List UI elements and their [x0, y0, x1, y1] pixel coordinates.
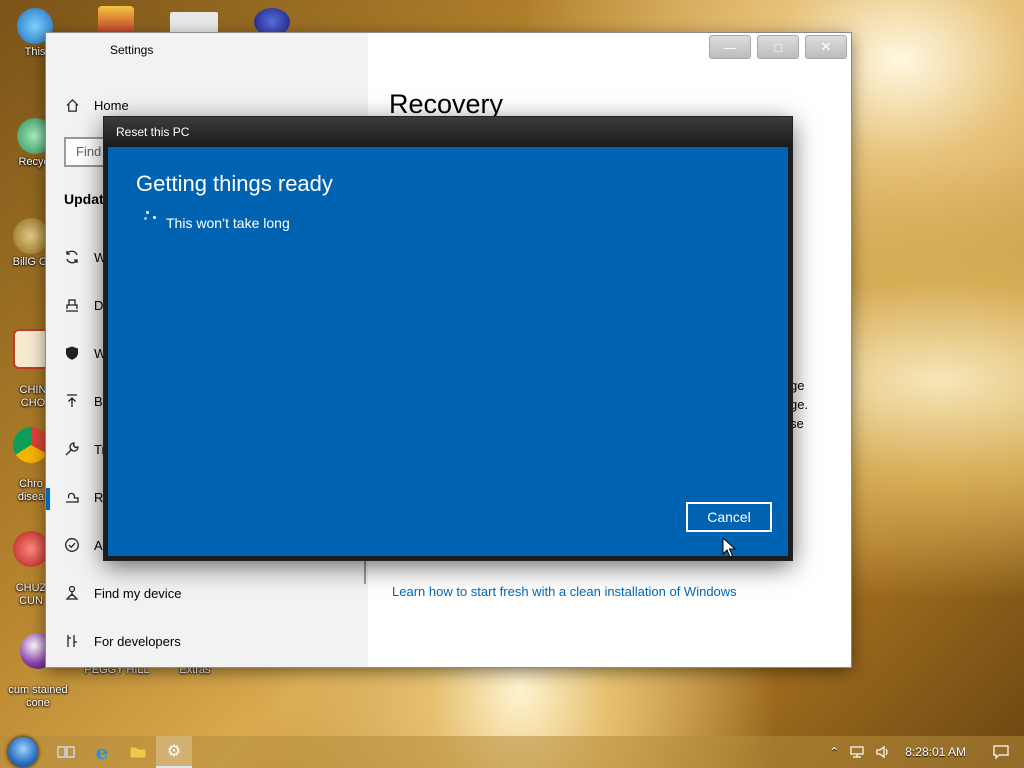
dialog-subtext: This won’t take long [166, 215, 290, 231]
sidebar-section-heading: Updat [64, 191, 104, 207]
sidebar-item-label: D [94, 297, 104, 313]
shield-icon [64, 345, 80, 361]
close-icon: ✕ [820, 39, 832, 54]
content-text-fragment: ge [790, 378, 805, 393]
search-placeholder: Find [76, 144, 102, 159]
content-text-fragment: ge. [790, 397, 809, 412]
nav-home-label: Home [94, 97, 129, 113]
minimize-button[interactable]: — [709, 35, 751, 59]
sidebar-item-label: R [94, 489, 104, 505]
sidebar-item-backup[interactable]: B [64, 393, 103, 409]
sidebar-item-label: Find my device [94, 585, 182, 601]
dialog-title: Reset this PC [116, 125, 190, 139]
sidebar-item-troubleshoot[interactable]: Tr [64, 441, 106, 457]
selected-indicator [46, 488, 50, 510]
clean-install-link[interactable]: Learn how to start fresh with a clean in… [392, 584, 737, 599]
start-button[interactable] [8, 737, 38, 767]
desktop-icon-app1[interactable] [98, 6, 134, 34]
cancel-button-label: Cancel [707, 509, 751, 525]
volume-icon[interactable] [875, 745, 891, 759]
dialog-titlebar[interactable]: Reset this PC [104, 117, 792, 147]
task-view-button[interactable] [48, 736, 84, 768]
delivery-icon [64, 297, 80, 313]
notifications-icon[interactable] [992, 744, 1010, 760]
edge-icon: e [95, 740, 109, 764]
page-title: Recovery [389, 89, 504, 119]
money-bag-icon [13, 218, 49, 254]
system-tray: ⌃ 8:28:01 AM [829, 736, 1024, 768]
backup-icon [64, 393, 80, 409]
sidebar-item-label: A [94, 537, 103, 553]
sidebar-item-delivery[interactable]: D [64, 297, 103, 313]
mouse-cursor-icon [722, 537, 736, 558]
task-view-icon [57, 746, 75, 758]
character-icon [13, 531, 49, 567]
folder-icon [129, 746, 147, 759]
minimize-icon: — [723, 39, 737, 55]
network-icon[interactable] [849, 745, 865, 759]
find-device-icon [64, 585, 80, 601]
sync-icon [64, 249, 80, 265]
reset-pc-dialog: Reset this PC Getting things ready This … [104, 117, 792, 560]
content-text-fragment: se [790, 416, 804, 431]
sidebar-item-recovery[interactable]: R [64, 489, 103, 505]
nav-home[interactable]: Home [64, 97, 129, 113]
home-icon [64, 97, 80, 113]
sidebar-item-label: For developers [94, 633, 181, 649]
window-title: Settings [110, 43, 154, 57]
activation-icon [64, 537, 80, 553]
desktop-icon-label: cum stained cone [8, 684, 68, 709]
edge-button[interactable]: e [84, 736, 120, 768]
file-explorer-button[interactable] [120, 736, 156, 768]
sidebar-item-security[interactable]: W [64, 345, 106, 361]
chevron-up-icon[interactable]: ⌃ [829, 745, 839, 759]
clock[interactable]: 8:28:01 AM [905, 745, 966, 759]
sidebar-item-find-my-device[interactable]: Find my device [64, 585, 181, 601]
sidebar-item-label: B [94, 393, 103, 409]
window-controls: — □ ✕ [709, 35, 847, 59]
desktop-icon-app2[interactable] [170, 12, 218, 34]
dialog-body: Getting things ready This won’t take lon… [108, 147, 788, 556]
sidebar-item-activation[interactable]: A [64, 537, 103, 553]
maximize-button[interactable]: □ [757, 35, 799, 59]
settings-taskbar-button[interactable]: ⚙ [156, 736, 192, 768]
developer-icon [64, 633, 80, 649]
sidebar-item-windows-update[interactable]: W [64, 249, 106, 265]
maximize-icon: □ [774, 39, 782, 55]
recovery-icon [64, 489, 80, 505]
chrome-icon [13, 427, 49, 463]
wrench-icon [64, 441, 80, 457]
loading-spinner-icon [144, 211, 158, 225]
sidebar-item-for-developers[interactable]: For developers [64, 633, 181, 649]
close-button[interactable]: ✕ [805, 35, 847, 59]
dialog-heading: Getting things ready [136, 171, 333, 196]
taskbar: e ⚙ ⌃ 8:28:01 AM [0, 736, 1024, 768]
desktop-icon-app3[interactable] [254, 8, 290, 36]
gear-icon: ⚙ [166, 743, 182, 760]
cancel-button[interactable]: Cancel [686, 502, 772, 532]
